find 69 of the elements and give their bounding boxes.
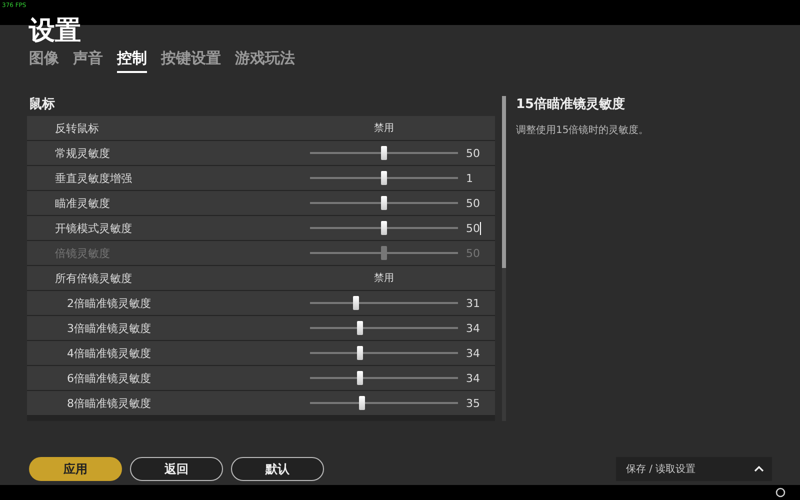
tab[interactable]: 游戏玩法 xyxy=(235,49,295,73)
toggle-value[interactable]: 禁用 xyxy=(310,271,458,285)
setting-label: 反转鼠标 xyxy=(54,120,100,136)
toggle-value[interactable]: 禁用 xyxy=(310,121,458,135)
page-title: 设置 xyxy=(29,15,82,47)
setting-label: 2倍瞄准镜灵敏度 xyxy=(66,296,152,310)
slider-thumb[interactable] xyxy=(381,146,387,160)
setting-row[interactable]: 开镜模式灵敏度 50 xyxy=(27,216,495,240)
slider-value: 34 xyxy=(465,322,481,334)
slider-thumb[interactable] xyxy=(381,171,387,185)
setting-row[interactable]: 垂直灵敏度增强 1 xyxy=(27,166,495,190)
slider-value: 1 xyxy=(465,172,474,184)
chevron-icon xyxy=(754,466,764,472)
slider-value: 34 xyxy=(465,346,481,360)
setting-row[interactable]: 常规灵敏度 50 xyxy=(27,141,495,165)
tab[interactable]: 控制 xyxy=(117,49,147,73)
slider-value: 31 xyxy=(465,296,481,310)
preset-dropdown[interactable]: 保存 / 读取设置 xyxy=(616,457,772,481)
slider[interactable] xyxy=(310,171,458,185)
section-title: 鼠标 xyxy=(28,96,56,114)
tab[interactable]: 按键设置 xyxy=(161,49,221,73)
slider-value: 50 xyxy=(465,196,481,210)
tab[interactable]: 图像 xyxy=(29,49,59,73)
setting-row[interactable]: 4倍瞄准镜灵敏度 34 xyxy=(27,341,495,365)
info-title: 15倍瞄准镜灵敏度 xyxy=(516,96,626,113)
slider-value: 34 xyxy=(465,372,481,384)
slider-thumb[interactable] xyxy=(381,196,387,210)
setting-label: 3倍瞄准镜灵敏度 xyxy=(66,320,152,336)
slider[interactable] xyxy=(310,346,458,360)
slider-value: 50 xyxy=(465,222,482,234)
setting-label: 4倍瞄准镜灵敏度 xyxy=(66,346,152,360)
setting-label: 倍镜灵敏度 xyxy=(54,246,111,260)
slider[interactable] xyxy=(310,221,458,235)
setting-row[interactable]: 所有倍镜灵敏度 禁用 xyxy=(27,266,495,290)
setting-row[interactable]: 8倍瞄准镜灵敏度 35 xyxy=(27,391,495,415)
slider-thumb[interactable] xyxy=(357,371,364,385)
action-button[interactable]: 默认 xyxy=(231,457,324,481)
slider-value: 50 xyxy=(465,246,481,260)
setting-label: 垂直灵敏度增强 xyxy=(54,170,133,186)
setting-label: 开镜模式灵敏度 xyxy=(54,220,133,236)
info-description: 调整使用15倍镜时的灵敏度。 xyxy=(516,124,649,137)
setting-label: 瞄准灵敏度 xyxy=(54,196,111,210)
slider-thumb[interactable] xyxy=(357,346,364,360)
slider[interactable] xyxy=(310,146,458,160)
slider[interactable] xyxy=(310,196,458,210)
setting-label: 常规灵敏度 xyxy=(54,146,111,160)
slider-thumb[interactable] xyxy=(358,396,365,410)
slider-value: 35 xyxy=(465,396,481,410)
setting-row[interactable]: 2倍瞄准镜灵敏度 31 xyxy=(27,291,495,315)
setting-row[interactable]: 反转鼠标 禁用 xyxy=(27,116,495,140)
slider[interactable] xyxy=(310,371,458,385)
slider-thumb[interactable] xyxy=(352,296,359,310)
slider-thumb[interactable] xyxy=(357,321,364,335)
setting-label: 8倍瞄准镜灵敏度 xyxy=(66,396,152,410)
setting-label: 所有倍镜灵敏度 xyxy=(54,270,133,286)
tab[interactable]: 声音 xyxy=(73,49,103,73)
slider-value: 50 xyxy=(465,146,481,160)
slider[interactable] xyxy=(310,396,458,410)
slider-thumb[interactable] xyxy=(381,221,387,235)
scrollbar[interactable] xyxy=(502,96,506,421)
setting-row[interactable]: 瞄准灵敏度 50 xyxy=(27,191,495,215)
action-button[interactable]: 返回 xyxy=(130,457,223,481)
setting-row[interactable]: 6倍瞄准镜灵敏度 34 xyxy=(27,366,495,390)
slider[interactable] xyxy=(310,321,458,335)
slider[interactable] xyxy=(310,296,458,310)
setting-row[interactable]: 3倍瞄准镜灵敏度 34 xyxy=(27,316,495,340)
action-button[interactable]: 应用 xyxy=(29,457,122,481)
refresh-icon[interactable] xyxy=(775,487,786,498)
setting-label: 6倍瞄准镜灵敏度 xyxy=(66,370,152,386)
